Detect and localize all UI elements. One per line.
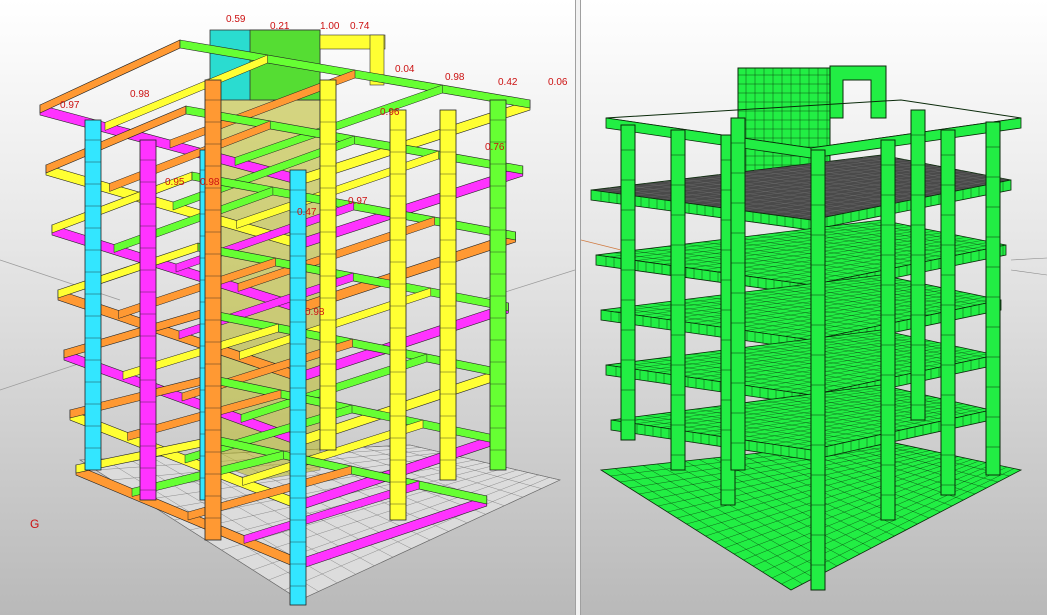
fe-mesh-model — [581, 65, 1047, 591]
stress-ratio-label: 1.00 — [320, 21, 340, 32]
column — [910, 109, 926, 421]
stress-ratio-label: 0.21 — [270, 21, 290, 32]
column — [810, 149, 826, 591]
stress-ratio-label: 0.98 — [305, 307, 325, 318]
stress-ratio-label: 0.74 — [350, 21, 370, 32]
stress-ratio-label: 0.97 — [60, 100, 80, 111]
stress-ratio-label: 0.98 — [445, 72, 465, 83]
column — [84, 119, 102, 471]
reference-line — [1010, 269, 1047, 276]
column — [489, 99, 507, 471]
column — [204, 79, 222, 541]
reference-line — [581, 239, 622, 251]
stress-ratio-label: 0.95 — [165, 177, 185, 188]
stress-ratio-label: 0.76 — [485, 142, 505, 153]
column — [319, 79, 337, 451]
stress-ratio-label: 0.42 — [498, 77, 518, 88]
column — [389, 109, 407, 521]
stress-ratio-label: 0.98 — [200, 177, 220, 188]
column — [730, 117, 746, 471]
column — [985, 121, 1001, 476]
stress-ratio-label: 0.06 — [548, 77, 568, 88]
stress-ratio-label: 0.98 — [130, 89, 150, 100]
roof-portal-frame — [829, 65, 887, 119]
reference-line — [1010, 257, 1047, 261]
right-3d-viewport[interactable] — [581, 0, 1047, 615]
axis-label: G — [30, 517, 40, 531]
stress-ratio-label: 0.04 — [395, 64, 415, 75]
stress-ratio-label: 0.96 — [380, 107, 400, 118]
left-3d-viewport[interactable]: 0.59 1.00 0.74 0.21 0.98 0.04 0.98 0.42 0.06 0.97… — [0, 0, 575, 615]
column — [880, 139, 896, 521]
column — [670, 129, 686, 471]
stress-ratio-label: 0.97 — [348, 196, 368, 207]
stress-ratio-model: 0.59 1.00 0.74 0.21 0.98 0.04 0.98 0.42 0.06 0.97… — [0, 14, 575, 606]
stress-ratio-label: 0.59 — [226, 14, 246, 25]
column — [289, 169, 307, 606]
column — [620, 124, 636, 441]
stress-ratio-label: 0.47 — [297, 207, 317, 218]
column — [439, 109, 457, 481]
